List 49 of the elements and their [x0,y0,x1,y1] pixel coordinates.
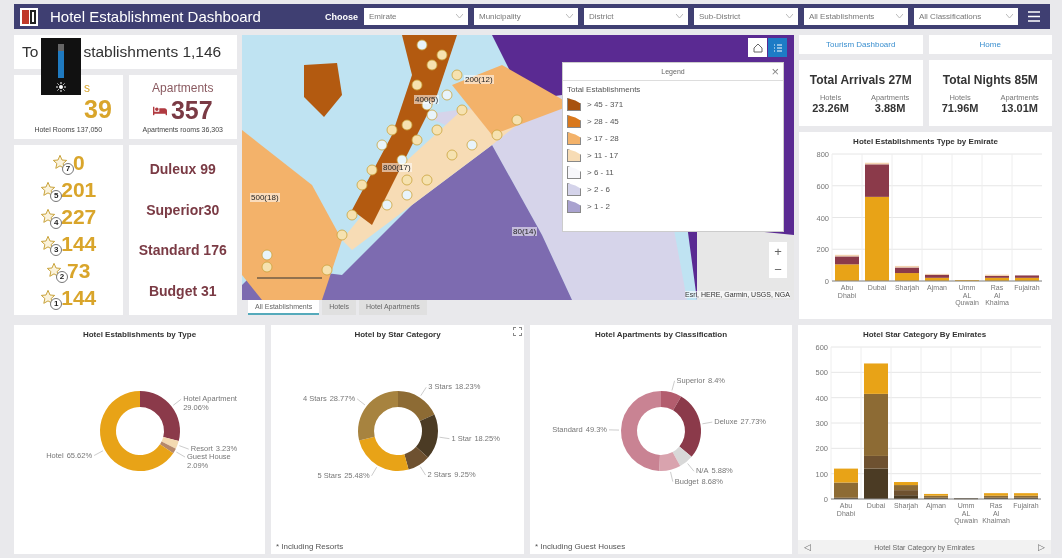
star-badge: 4 [50,216,63,229]
star-count: 144 [61,231,97,256]
classification-count: Standard 176 [138,242,227,259]
stat-value: 3.88M [874,101,906,114]
legend-label: > 28 - 45 [587,117,619,126]
total-establishments: stablishments 1,146 [83,43,222,61]
legend-label: > 2 - 6 [587,185,610,194]
map-label: 80(14) [512,227,538,236]
legend-heading: Total Establishments [567,85,642,94]
map-label: 200(12) [464,75,494,84]
dashboard-title: Hotel Establishment Dashboard [50,8,262,25]
classification-count: Budget 31 [148,282,217,299]
classification-count: Superior30 [146,201,220,218]
hotels-label: s [84,81,90,95]
map-label: 400(5) [414,95,440,104]
star-count: 0 [72,150,85,175]
legend-label: > 6 - 11 [587,168,614,177]
apartments-count: 357 [170,96,213,125]
stat-value: 23.26M [812,101,849,114]
stat-title: Total Arrivals 27M [809,72,912,87]
legend-label: > 17 - 28 [587,134,619,143]
legend-label: > 1 - 2 [587,202,610,211]
stat-value: 13.01M [1001,101,1038,114]
stat-value: 71.96M [941,101,979,114]
choose-label: Choose [325,11,358,22]
star-badge: 1 [50,297,63,310]
star-badge: 5 [50,189,63,202]
hotels-count: 39 [84,95,112,124]
stat-title: Total Nights 85M [942,72,1038,87]
chart-title: Hotel Establishments Type by Emirate [853,137,998,146]
legend-label: > 45 - 371 [587,100,624,109]
legend-label: > 11 - 17 [587,151,619,160]
star-badge: 2 [56,270,69,283]
footnote: * Including Resorts [276,542,344,551]
total-establishments: To [22,43,39,61]
classification-count: Duleux 99 [149,161,216,178]
star-count: 201 [61,177,97,202]
map-label: 800(17) [382,163,412,172]
star-badge: 3 [50,243,63,256]
apartments-label: Apartments [152,81,214,95]
chart-title: Hotel Establishments by Type [82,330,197,339]
star-count: 73 [67,258,91,283]
star-count: 144 [61,285,97,310]
star-count: 227 [61,204,97,229]
chart-title: Hotel Star Category By Emirates [862,330,987,339]
chart-title: Hotel Apartments by Classification [594,330,728,339]
chart-title: Hotel by Star Category [354,330,441,339]
footnote: * Including Guest Houses [535,542,626,551]
map-label: 500(18) [250,193,280,202]
